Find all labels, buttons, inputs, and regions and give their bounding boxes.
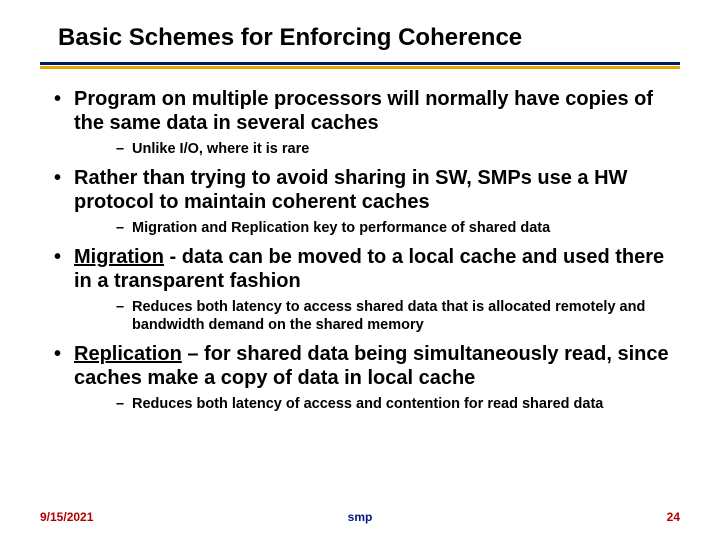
sub-item: Reduces both latency of access and conte… (74, 395, 680, 413)
keyword: Migration (74, 246, 164, 268)
slide-footer: 9/15/2021 smp 24 (40, 510, 680, 524)
bullet-list: Program on multiple processors will norm… (40, 87, 680, 413)
footer-center: smp (348, 510, 373, 524)
keyword: Replication (74, 343, 182, 365)
slide-title: Basic Schemes for Enforcing Coherence (58, 24, 680, 52)
sub-item: Migration and Replication key to perform… (74, 219, 680, 237)
list-item: Migration - data can be moved to a local… (40, 245, 680, 334)
list-item: Replication – for shared data being simu… (40, 342, 680, 413)
list-item: Rather than trying to avoid sharing in S… (40, 166, 680, 237)
bullet-text: Program on multiple processors will norm… (74, 88, 653, 134)
footer-date: 9/15/2021 (40, 510, 93, 524)
sub-item: Reduces both latency to access shared da… (74, 298, 680, 334)
footer-page: 24 (667, 510, 680, 524)
title-rule (40, 62, 680, 69)
bullet-text: Rather than trying to avoid sharing in S… (74, 167, 627, 213)
sub-item: Unlike I/O, where it is rare (74, 140, 680, 158)
list-item: Program on multiple processors will norm… (40, 87, 680, 158)
